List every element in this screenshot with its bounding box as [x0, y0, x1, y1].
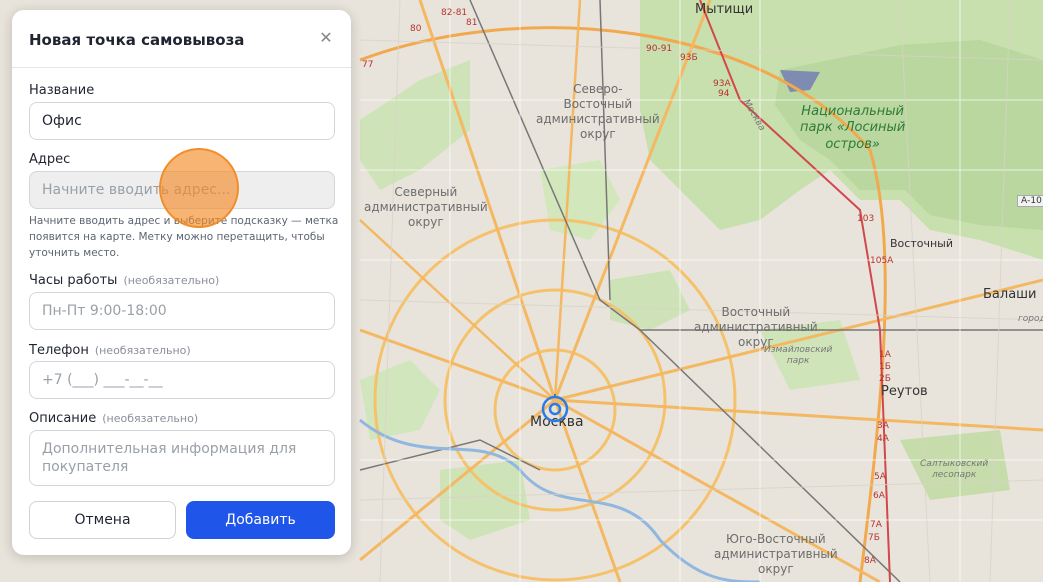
road-number: 90-91 [646, 44, 673, 54]
road-number: 81 [466, 18, 478, 28]
hours-label: Часы работы (необязательно) [29, 273, 220, 288]
phone-label: Телефон (необязательно) [29, 343, 191, 358]
road-number: 7Б [868, 533, 880, 543]
description-label: Описание (необязательно) [29, 411, 199, 426]
road-number: 94 [718, 89, 730, 99]
place-label: Балаши [983, 287, 1037, 302]
road-number: 82-81 [441, 8, 468, 18]
click-indicator [159, 148, 239, 228]
add-button[interactable]: Добавить [186, 501, 335, 539]
district-label: Северный административный округ [364, 185, 488, 229]
hours-placeholder: Пн-Пт 9:00-18:00 [42, 303, 167, 319]
optional-tag: (необязательно) [94, 344, 191, 357]
panel-title: Новая точка самовывоза [29, 31, 245, 49]
road-number: 93Б [680, 53, 698, 63]
panel-header: Новая точка самовывоза ✕ [12, 10, 351, 68]
name-value: Офис [42, 113, 82, 129]
road-number: 105А [870, 256, 894, 266]
road-number: 80 [410, 24, 422, 34]
cancel-button[interactable]: Отмена [29, 501, 176, 539]
description-placeholder: Дополнительная информация для покупателя [42, 441, 297, 475]
road-number: 7А [870, 520, 882, 530]
district-label: Северо- Восточный административный округ [536, 82, 660, 141]
road-number: 4А [877, 434, 889, 444]
road-number: 3А [877, 421, 889, 431]
name-label: Название [29, 83, 95, 98]
park-label: Салтыковский лесопарк [920, 459, 989, 481]
phone-input[interactable]: +7 (___) ___-__-__ [29, 361, 335, 399]
district-label: Юго-Восточный административный округ [714, 532, 838, 576]
road-number: 2Б [879, 374, 891, 384]
road-number: 1А [879, 350, 891, 360]
park-label: город [1018, 314, 1043, 324]
road-number: 6А [873, 491, 885, 501]
optional-tag: (необязательно) [102, 412, 199, 425]
close-icon[interactable]: ✕ [319, 30, 333, 46]
location-pin-icon[interactable] [540, 394, 570, 424]
place-label: Мытищи [695, 2, 754, 17]
road-number: 5А [874, 472, 886, 482]
district-label: Восточный административный округ [694, 305, 818, 349]
road-number: 103 [857, 214, 875, 224]
road-number: 93А [713, 79, 731, 89]
name-input[interactable]: Офис [29, 102, 335, 140]
address-label: Адрес [29, 152, 71, 167]
place-label: Реутов [881, 384, 928, 399]
place-label: Восточный [890, 237, 953, 250]
road-number: 1Б [879, 362, 891, 372]
phone-placeholder: +7 (___) ___-__-__ [42, 372, 163, 388]
optional-tag: (необязательно) [123, 274, 220, 287]
road-number: 77 [362, 60, 374, 70]
pickup-point-form: Новая точка самовывоза ✕ Название Офис А… [12, 10, 351, 555]
highway-shield: А-10 [1017, 195, 1043, 207]
park-label: Национальный парк «Лосиный остров» [800, 104, 906, 152]
road-number: 8А [864, 556, 876, 566]
park-label: Измайловский парк [764, 345, 833, 367]
hours-input[interactable]: Пн-Пт 9:00-18:00 [29, 292, 335, 330]
description-textarea[interactable]: Дополнительная информация для покупателя [29, 430, 335, 486]
